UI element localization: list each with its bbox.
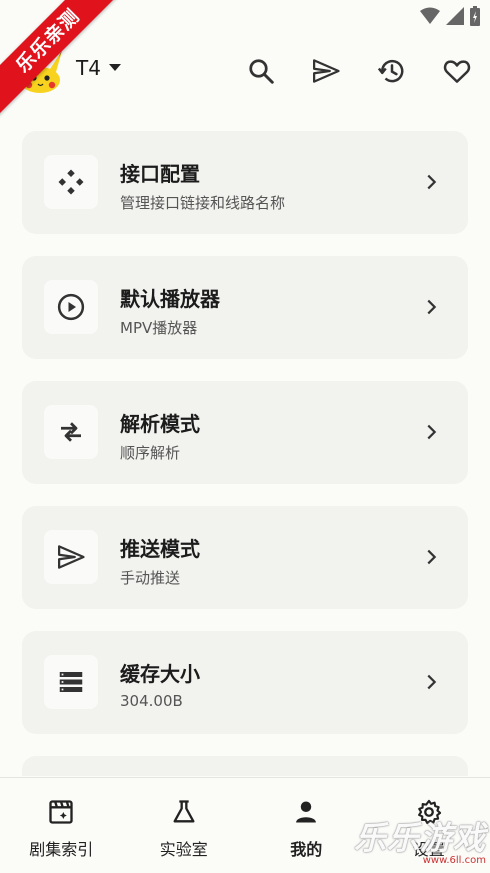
nav-episode-index[interactable]: 剧集索引 xyxy=(0,778,123,873)
history-icon[interactable] xyxy=(377,56,407,86)
setting-subtitle: MPV播放器 xyxy=(120,317,197,338)
chevron-right-icon xyxy=(420,546,442,568)
nav-label: 我的 xyxy=(245,836,368,860)
watermark-logo: 乐乐游戏 www.6ll.com xyxy=(354,821,486,866)
dropdown-arrow-icon xyxy=(109,64,121,72)
favorite-icon[interactable] xyxy=(442,56,472,86)
nav-mine[interactable]: 我的 xyxy=(245,778,368,873)
setting-title: 缓存大小 xyxy=(120,658,200,687)
setting-subtitle: 手动推送 xyxy=(120,567,180,588)
source-name: T4 xyxy=(76,56,101,80)
setting-title: 默认播放器 xyxy=(120,283,220,312)
flask-icon xyxy=(170,798,198,826)
chevron-right-icon xyxy=(420,171,442,193)
battery-icon xyxy=(470,6,480,26)
clapperboard-icon xyxy=(47,798,75,826)
storage-icon xyxy=(44,655,98,709)
setting-title: 推送模式 xyxy=(120,533,200,562)
setting-subtitle: 304.00B xyxy=(120,692,183,710)
send-icon[interactable] xyxy=(311,56,341,86)
setting-parse-mode[interactable]: 解析模式 顺序解析 xyxy=(22,381,468,484)
send-icon xyxy=(44,530,98,584)
nav-lab[interactable]: 实验室 xyxy=(123,778,246,873)
top-bar: T4 xyxy=(0,42,490,100)
interface-icon xyxy=(44,155,98,209)
setting-subtitle: 管理接口链接和线路名称 xyxy=(120,192,285,213)
setting-push-mode[interactable]: 推送模式 手动推送 xyxy=(22,506,468,609)
wifi-icon xyxy=(420,7,440,25)
source-selector[interactable]: T4 xyxy=(76,56,121,80)
settings-list: 接口配置 管理接口链接和线路名称 默认播放器 MPV播放器 解析模式 顺序解析 … xyxy=(22,131,468,776)
signal-icon xyxy=(446,7,464,25)
nav-label: 剧集索引 xyxy=(0,836,123,860)
chevron-right-icon xyxy=(420,671,442,693)
setting-title: 接口配置 xyxy=(120,158,200,187)
setting-cache-size[interactable]: 缓存大小 304.00B xyxy=(22,631,468,734)
setting-interface-config[interactable]: 接口配置 管理接口链接和线路名称 xyxy=(22,131,468,234)
nav-label: 实验室 xyxy=(123,836,246,860)
setting-default-player[interactable]: 默认播放器 MPV播放器 xyxy=(22,256,468,359)
setting-subtitle: 顺序解析 xyxy=(120,442,180,463)
status-icons xyxy=(420,6,480,26)
setting-card-partial[interactable] xyxy=(22,756,468,776)
chevron-right-icon xyxy=(420,421,442,443)
watermark-text: 乐乐游戏 xyxy=(354,821,486,855)
swap-icon xyxy=(44,405,98,459)
search-icon[interactable] xyxy=(246,56,276,86)
chevron-right-icon xyxy=(420,296,442,318)
play-icon xyxy=(44,280,98,334)
person-icon xyxy=(292,798,320,826)
setting-title: 解析模式 xyxy=(120,408,200,437)
